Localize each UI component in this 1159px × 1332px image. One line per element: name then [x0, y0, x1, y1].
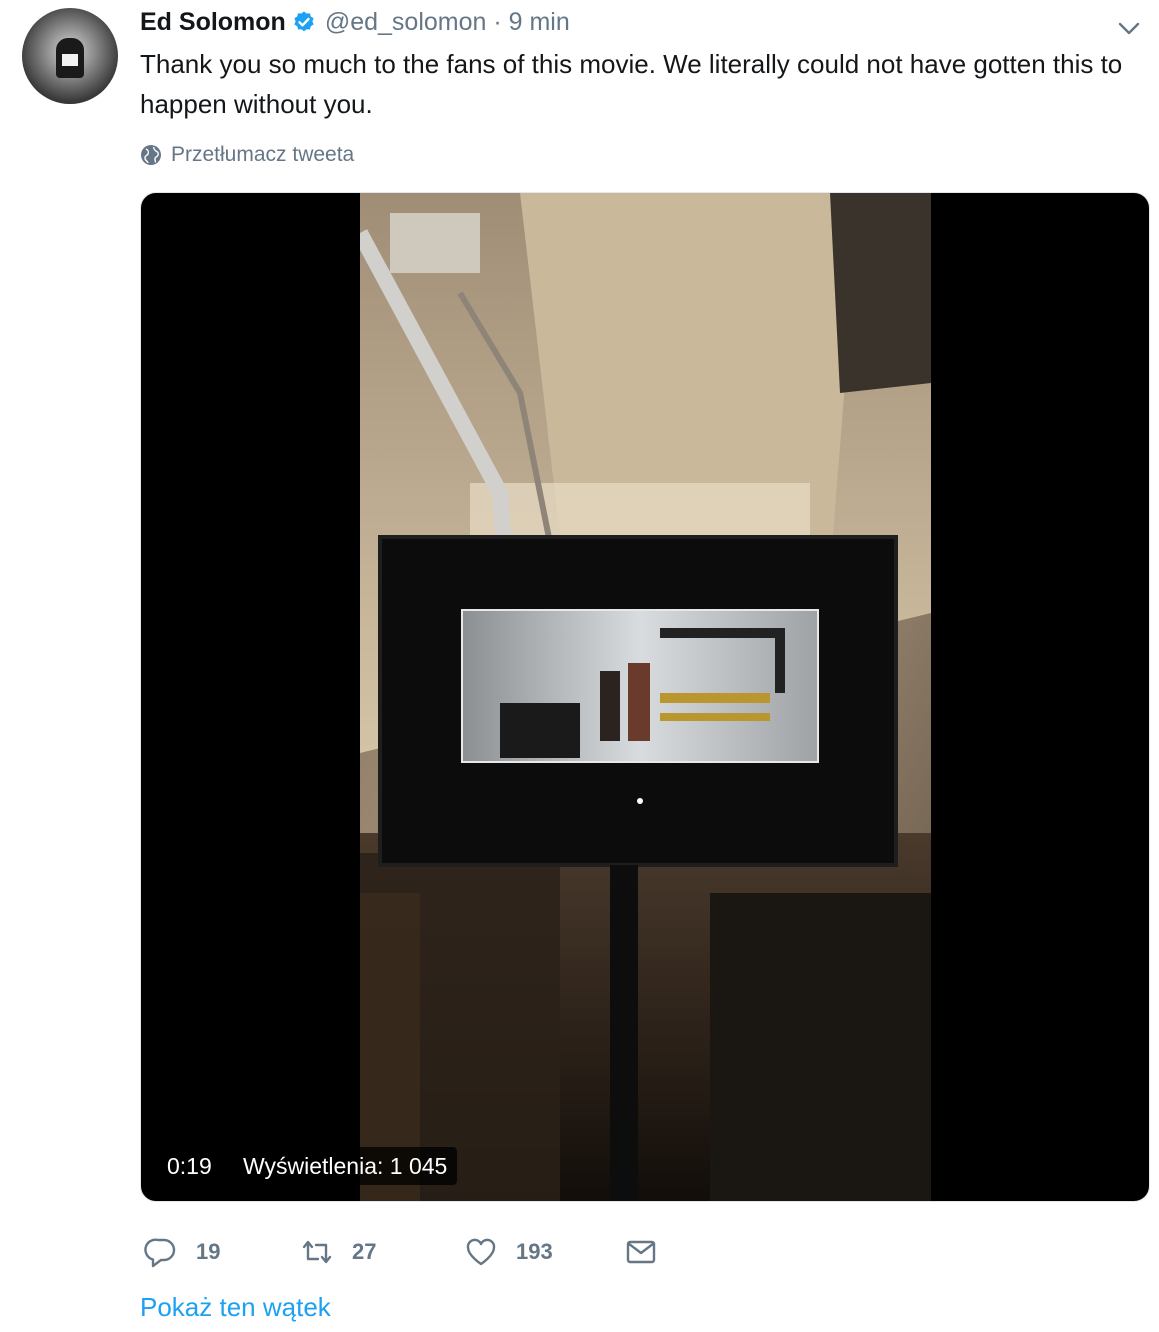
heart-icon	[466, 1238, 496, 1266]
retweet-button[interactable]: 27	[300, 1230, 376, 1274]
video-player[interactable]: 0:19 Wyświetlenia: 1 045	[140, 192, 1150, 1202]
tweet-header: Ed Solomon @ed_solomon · 9 min	[140, 4, 570, 40]
author-avatar[interactable]	[22, 8, 118, 104]
tweet-text: Thank you so much to the fans of this mo…	[140, 49, 1123, 119]
video-frame	[360, 193, 931, 1201]
like-button[interactable]: 193	[464, 1230, 553, 1274]
verified-badge-icon	[294, 11, 314, 32]
reply-icon	[144, 1238, 176, 1268]
like-count: 193	[516, 1239, 553, 1264]
avatar-paper	[62, 54, 78, 66]
globe-icon	[141, 145, 161, 165]
retweet-icon	[302, 1240, 332, 1264]
author-name[interactable]: Ed Solomon	[140, 8, 286, 37]
author-handle-time[interactable]: @ed_solomon · 9 min	[325, 8, 570, 37]
translate-tweet-link[interactable]: Przetłumacz tweeta	[140, 140, 354, 170]
video-duration-badge: 0:19	[157, 1147, 222, 1185]
translate-label: Przetłumacz tweeta	[171, 143, 355, 166]
chevron-down-icon[interactable]	[1115, 14, 1143, 42]
reply-count: 19	[196, 1239, 221, 1264]
show-thread-link[interactable]: Pokaż ten wątek	[140, 1292, 331, 1323]
retweet-count: 27	[352, 1239, 377, 1264]
envelope-icon	[626, 1240, 656, 1264]
reply-button[interactable]: 19	[144, 1230, 220, 1274]
direct-message-button[interactable]	[624, 1230, 676, 1274]
video-views-badge: Wyświetlenia: 1 045	[233, 1147, 458, 1185]
tweet-actions: 19 27 193	[140, 1230, 700, 1274]
